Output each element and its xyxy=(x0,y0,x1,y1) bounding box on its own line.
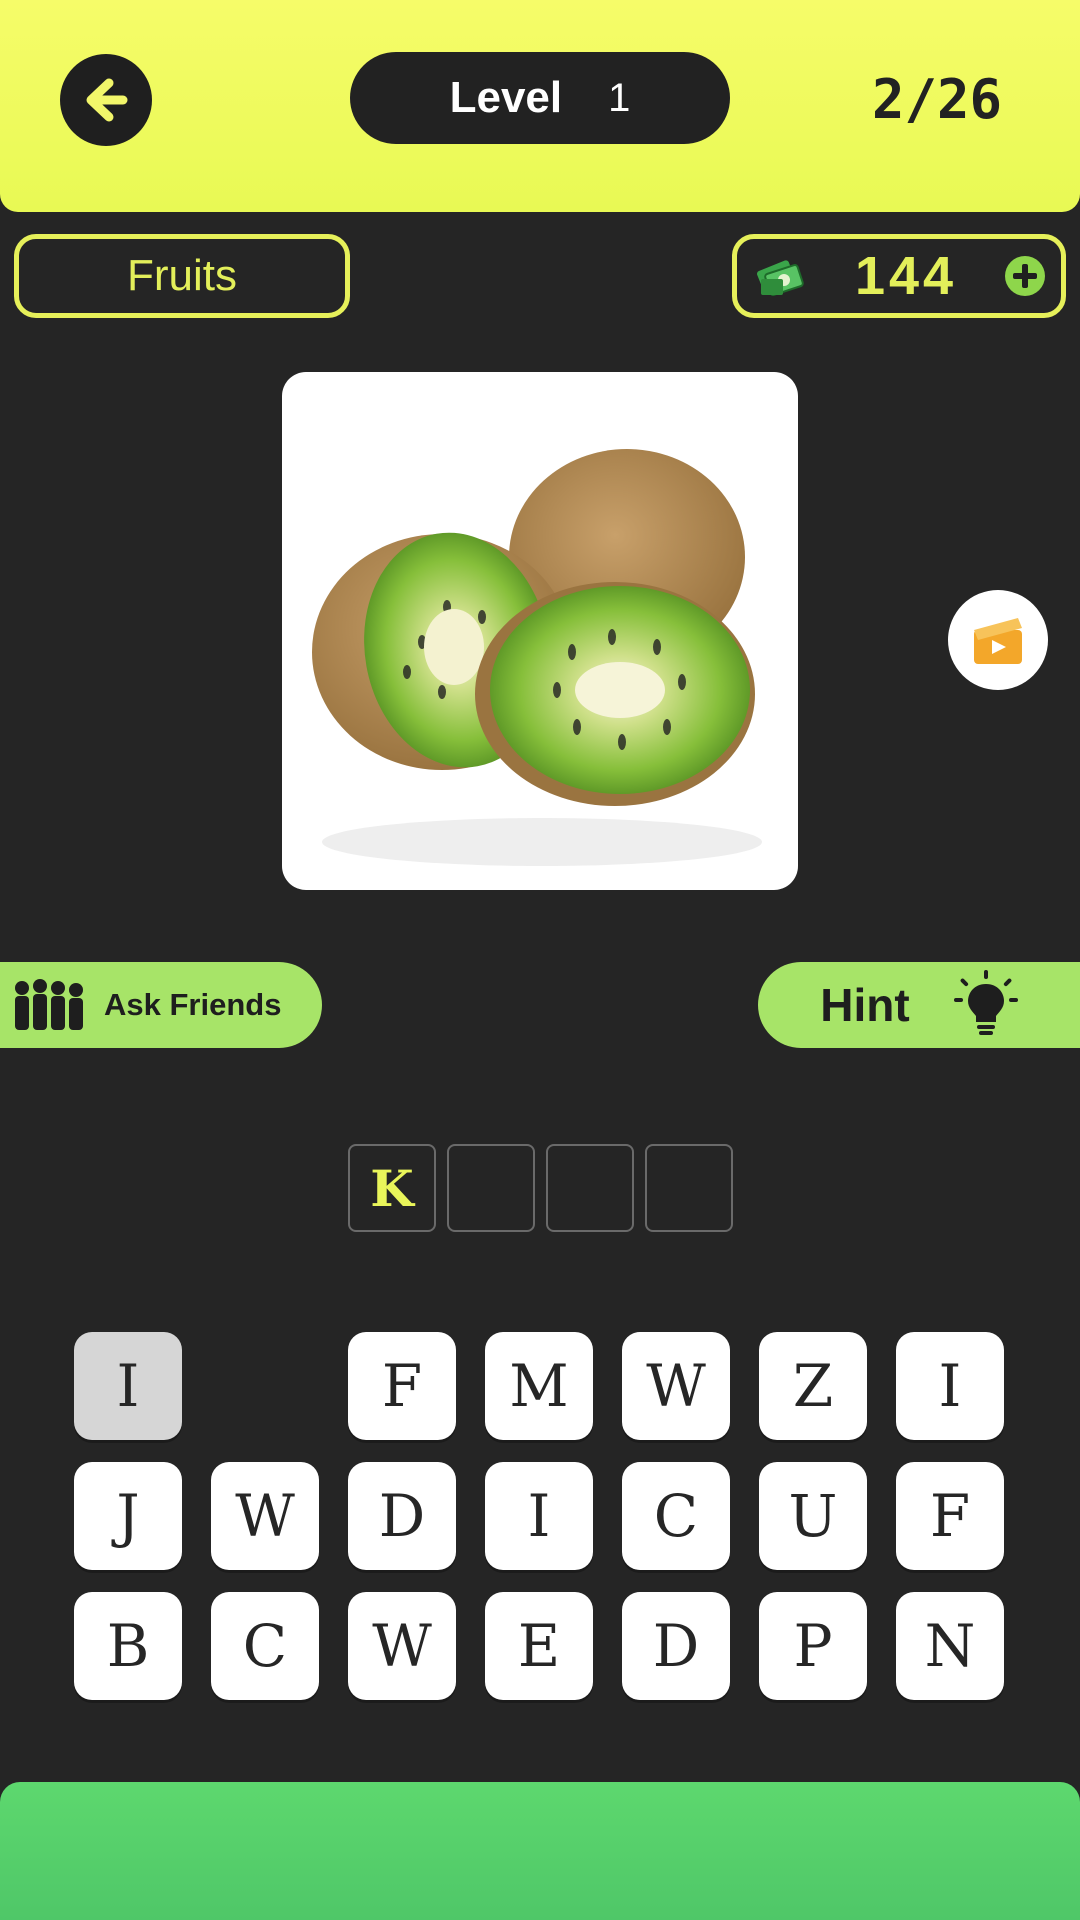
letter-key[interactable]: M xyxy=(485,1332,593,1440)
ask-friends-button[interactable]: Ask Friends xyxy=(0,962,322,1048)
coin-count: 144 xyxy=(854,246,958,306)
letter-key[interactable]: F xyxy=(348,1332,456,1440)
letter-key[interactable]: I xyxy=(896,1332,1004,1440)
letter-key[interactable]: E xyxy=(485,1592,593,1700)
answer-slot[interactable] xyxy=(645,1144,733,1232)
add-coins-icon[interactable] xyxy=(1003,254,1047,298)
coins-counter: 144 xyxy=(732,234,1066,318)
letter-key[interactable]: B xyxy=(74,1592,182,1700)
category-label: Fruits xyxy=(127,251,237,300)
letter-key[interactable]: W xyxy=(622,1332,730,1440)
hint-label: Hint xyxy=(820,979,910,1031)
category-badge: Fruits xyxy=(14,234,350,318)
bottom-banner xyxy=(0,1782,1080,1920)
letter-key[interactable]: C xyxy=(211,1592,319,1700)
money-icon xyxy=(757,260,804,296)
lightbulb-icon xyxy=(953,970,1018,1035)
letter-key[interactable]: I xyxy=(74,1332,182,1440)
answer-slot[interactable] xyxy=(447,1144,535,1232)
letter-key[interactable]: F xyxy=(896,1462,1004,1570)
answer-slot[interactable]: K xyxy=(348,1144,436,1232)
letter-key[interactable]: D xyxy=(348,1462,456,1570)
level-number: 1 xyxy=(608,75,631,120)
letter-key[interactable]: J xyxy=(74,1462,182,1570)
puzzle-image xyxy=(282,372,798,890)
kiwi-fruit-image xyxy=(312,449,762,866)
back-arrow-icon xyxy=(86,78,128,122)
letter-key[interactable]: I xyxy=(485,1462,593,1570)
puzzle-progress: 2/26 xyxy=(871,68,1003,131)
level-label: Level xyxy=(449,73,563,122)
letter-key[interactable]: P xyxy=(759,1592,867,1700)
level-indicator: Level 1 xyxy=(350,52,730,144)
back-button[interactable] xyxy=(60,54,152,146)
letter-key[interactable]: W xyxy=(348,1592,456,1700)
hint-button[interactable]: Hint xyxy=(758,962,1080,1048)
watch-video-button[interactable] xyxy=(948,590,1048,690)
letter-key[interactable]: C xyxy=(622,1462,730,1570)
letter-key[interactable]: Z xyxy=(759,1332,867,1440)
ask-friends-label: Ask Friends xyxy=(104,987,282,1022)
letter-key[interactable]: N xyxy=(896,1592,1004,1700)
letter-key[interactable]: D xyxy=(622,1592,730,1700)
clapperboard-icon xyxy=(974,618,1022,664)
answer-slot[interactable] xyxy=(546,1144,634,1232)
letter-key[interactable]: U xyxy=(759,1462,867,1570)
letter-key[interactable]: W xyxy=(211,1462,319,1570)
friends-group-icon xyxy=(15,979,83,1030)
